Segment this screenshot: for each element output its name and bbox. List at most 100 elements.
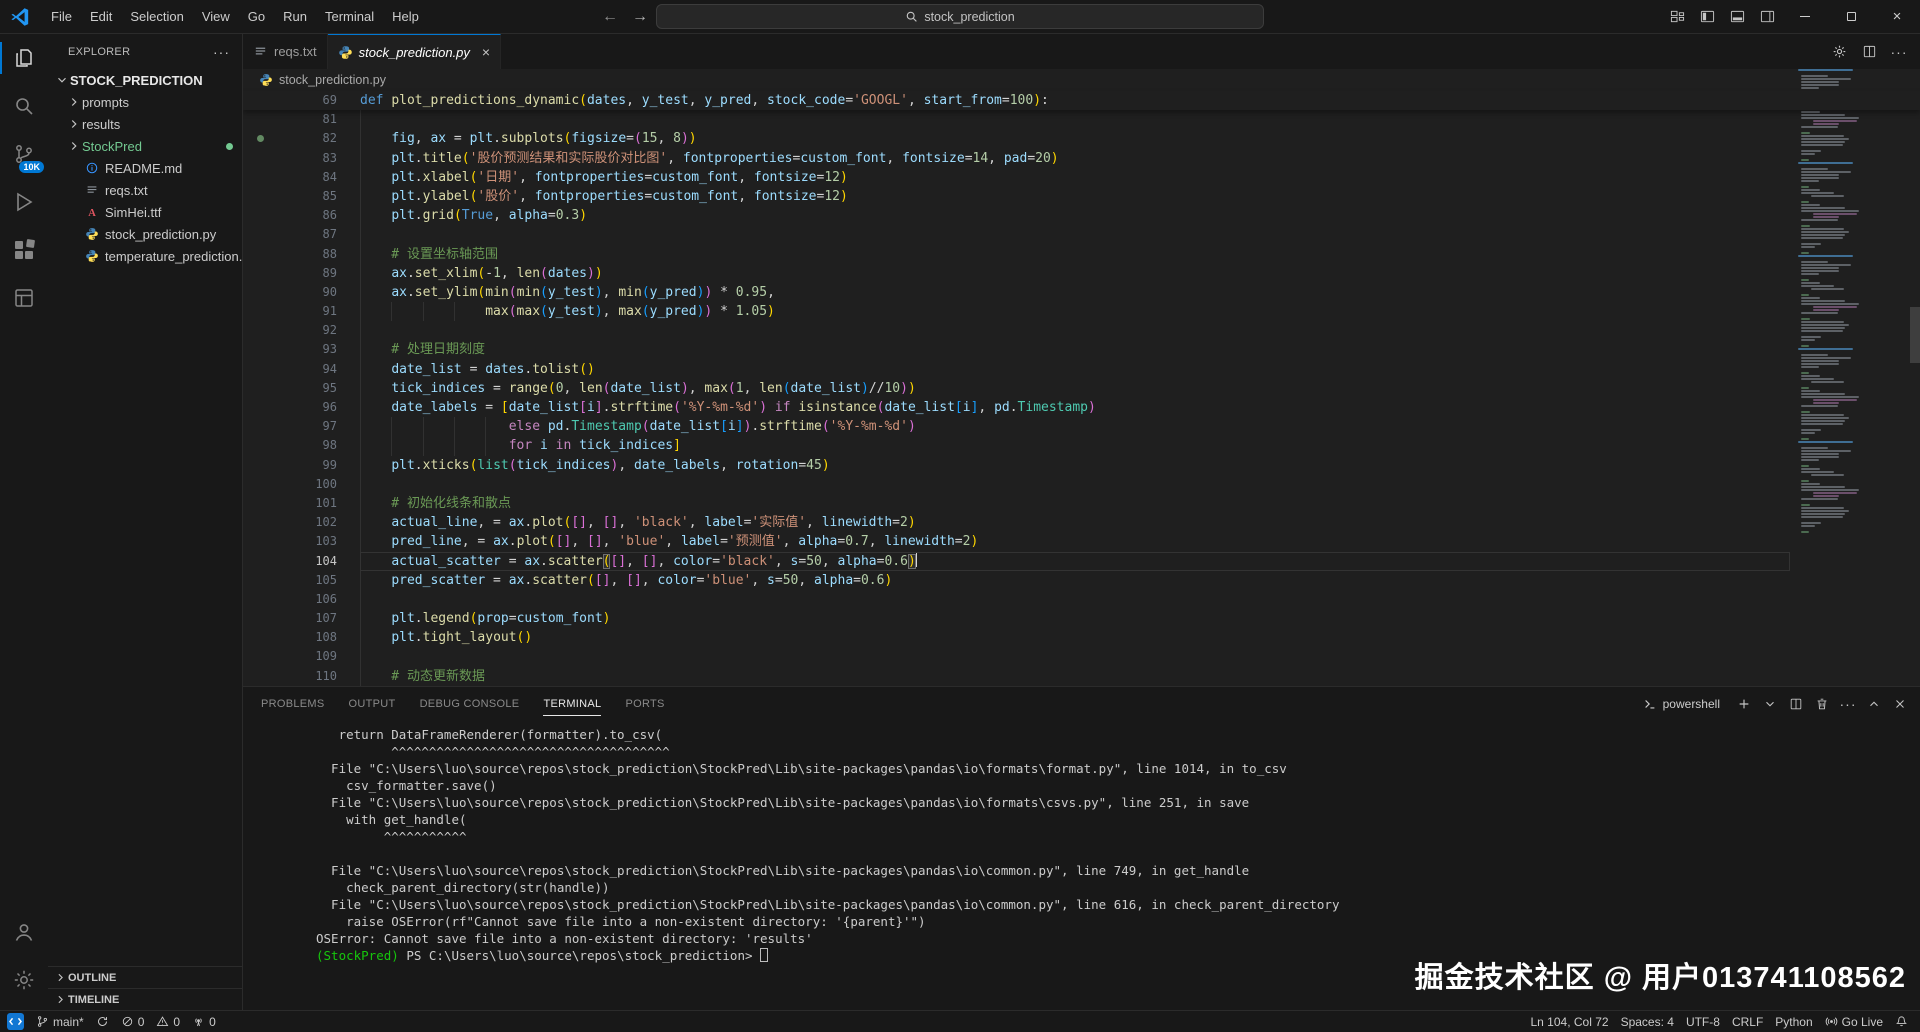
customize-layout-icon[interactable] <box>1662 0 1692 34</box>
code-line-108[interactable]: 108 plt.tight_layout() <box>243 628 1920 647</box>
terminal-shell-chip[interactable]: powershell <box>1643 697 1720 711</box>
code-line-89[interactable]: 89 ax.set_xlim(-1, len(dates)) <box>243 264 1920 283</box>
menu-terminal[interactable]: Terminal <box>316 0 383 34</box>
minimize-button[interactable] <box>1782 0 1828 34</box>
status-bell[interactable] <box>1889 1011 1914 1032</box>
status-0[interactable]: 0 <box>186 1011 222 1032</box>
status-python[interactable]: Python <box>1769 1011 1818 1032</box>
code-line-97[interactable]: 97 else pd.Timestamp(date_list[i]).strft… <box>243 417 1920 436</box>
maximize-button[interactable] <box>1828 0 1874 34</box>
menu-view[interactable]: View <box>193 0 239 34</box>
more-actions-icon[interactable]: ··· <box>1886 39 1912 65</box>
status-main-[interactable]: main* <box>30 1011 90 1032</box>
code-line-84[interactable]: 84 plt.xlabel('日期', fontproperties=custo… <box>243 168 1920 187</box>
panel-tab-ports[interactable]: PORTS <box>625 687 664 721</box>
code-line-103[interactable]: 103 pred_line, = ax.plot([], [], 'blue',… <box>243 532 1920 551</box>
minimap[interactable] <box>1798 69 1908 686</box>
command-center-search[interactable]: stock_prediction <box>656 4 1264 29</box>
code-line-82[interactable]: 82 fig, ax = plt.subplots(figsize=(15, 8… <box>243 129 1920 148</box>
extensions-icon[interactable] <box>0 226 48 274</box>
sticky-line[interactable]: 69def plot_predictions_dynamic(dates, y_… <box>243 91 1920 110</box>
sidebar-folder-prompts[interactable]: prompts <box>48 91 242 113</box>
remote-indicator[interactable] <box>0 1011 30 1032</box>
panel-tab-problems[interactable]: PROBLEMS <box>261 687 325 721</box>
code-line-92[interactable]: 92 <box>243 321 1920 340</box>
code-line-102[interactable]: 102 actual_line, = ax.plot([], [], 'blac… <box>243 513 1920 532</box>
menu-go[interactable]: Go <box>239 0 274 34</box>
tab-stock-prediction-py[interactable]: stock_prediction.py× <box>328 34 501 69</box>
code-line-91[interactable]: 91 max(max(y_test), max(y_pred)) * 1.05) <box>243 302 1920 321</box>
sidebar-file-temperature-prediction-py[interactable]: temperature_prediction.py <box>48 245 242 267</box>
search-icon[interactable] <box>0 82 48 130</box>
code-line-83[interactable]: 83 plt.title('股价预测结果和实际股价对比图', fontprope… <box>243 149 1920 168</box>
sidebar-file-stock-prediction-py[interactable]: stock_prediction.py <box>48 223 242 245</box>
tab-reqs-txt[interactable]: reqs.txt <box>243 34 328 69</box>
panel-tab-output[interactable]: OUTPUT <box>349 687 396 721</box>
sidebar-folder-stockpred[interactable]: StockPred <box>48 135 242 157</box>
code-line-96[interactable]: 96 date_labels = [date_list[i].strftime(… <box>243 398 1920 417</box>
section-timeline[interactable]: TIMELINE <box>48 988 242 1010</box>
forward-arrow-icon[interactable]: → <box>632 8 648 26</box>
code-line-88[interactable]: 88 # 设置坐标轴范围 <box>243 245 1920 264</box>
code-line-87[interactable]: 87 <box>243 225 1920 244</box>
code-line-100[interactable]: 100 <box>243 475 1920 494</box>
section-outline[interactable]: OUTLINE <box>48 966 242 988</box>
code-lines[interactable]: 8182 fig, ax = plt.subplots(figsize=(15,… <box>243 110 1920 686</box>
sidebar-file-reqs-txt[interactable]: reqs.txt <box>48 179 242 201</box>
code-line-81[interactable]: 81 <box>243 110 1920 129</box>
menu-selection[interactable]: Selection <box>121 0 192 34</box>
menu-file[interactable]: File <box>42 0 81 34</box>
status-crlf[interactable]: CRLF <box>1726 1011 1769 1032</box>
close-button[interactable]: × <box>1874 0 1920 34</box>
breadcrumb[interactable]: stock_prediction.py <box>243 69 1920 91</box>
menu-help[interactable]: Help <box>383 0 428 34</box>
status-0[interactable]: 0 <box>150 1011 186 1032</box>
code-line-98[interactable]: 98 for i in tick_indices] <box>243 436 1920 455</box>
back-arrow-icon[interactable]: ← <box>602 8 618 26</box>
status-0[interactable]: 0 <box>115 1011 151 1032</box>
sidebar-root-folder[interactable]: STOCK_PREDICTION <box>48 69 242 91</box>
sidebar-file-readme-md[interactable]: README.md <box>48 157 242 179</box>
menu-edit[interactable]: Edit <box>81 0 121 34</box>
code-line-94[interactable]: 94 date_list = dates.tolist() <box>243 360 1920 379</box>
toggle-sidebar-icon[interactable] <box>1692 0 1722 34</box>
code-line-95[interactable]: 95 tick_indices = range(0, len(date_list… <box>243 379 1920 398</box>
editor-scrollbar[interactable] <box>1910 307 1920 363</box>
explorer-more-actions-icon[interactable]: ··· <box>213 44 230 60</box>
panel-tab-debug-console[interactable]: DEBUG CONSOLE <box>420 687 520 721</box>
box-icon[interactable] <box>0 274 48 322</box>
code-line-107[interactable]: 107 plt.legend(prop=custom_font) <box>243 609 1920 628</box>
sticky-scroll-line[interactable]: 69def plot_predictions_dynamic(dates, y_… <box>243 91 1920 110</box>
status-go-live[interactable]: Go Live <box>1819 1011 1889 1032</box>
status-ln-104-col-72[interactable]: Ln 104, Col 72 <box>1525 1011 1615 1032</box>
run-debug-icon[interactable] <box>0 178 48 226</box>
split-editor-icon[interactable] <box>1856 39 1882 65</box>
code-line-93[interactable]: 93 # 处理日期刻度 <box>243 340 1920 359</box>
toggle-panel-icon[interactable] <box>1722 0 1752 34</box>
panel-tab-terminal[interactable]: TERMINAL <box>543 687 601 721</box>
close-panel-icon[interactable] <box>1888 692 1912 716</box>
status-sync[interactable] <box>90 1011 115 1032</box>
code-line-90[interactable]: 90 ax.set_ylim(min(min(y_test), min(y_pr… <box>243 283 1920 302</box>
split-terminal-icon[interactable] <box>1784 692 1808 716</box>
code-line-105[interactable]: 105 pred_scatter = ax.scatter([], [], co… <box>243 571 1920 590</box>
code-line-85[interactable]: 85 plt.ylabel('股价', fontproperties=custo… <box>243 187 1920 206</box>
chevron-down-icon[interactable] <box>1758 692 1782 716</box>
new-terminal-icon[interactable] <box>1732 692 1756 716</box>
tab-close-icon[interactable]: × <box>482 44 490 60</box>
code-editor[interactable]: stock_prediction.py 69def plot_predictio… <box>243 69 1920 686</box>
code-line-104[interactable]: 104 actual_scatter = ax.scatter([], [], … <box>243 552 1920 571</box>
sidebar-folder-results[interactable]: results <box>48 113 242 135</box>
settings-icon[interactable] <box>0 956 48 1004</box>
account-icon[interactable] <box>0 908 48 956</box>
maximize-panel-icon[interactable] <box>1862 692 1886 716</box>
status-spaces-4[interactable]: Spaces: 4 <box>1615 1011 1680 1032</box>
source-control-icon[interactable]: 10K <box>0 130 48 178</box>
code-line-86[interactable]: 86 plt.grid(True, alpha=0.3) <box>243 206 1920 225</box>
menu-run[interactable]: Run <box>274 0 316 34</box>
panel-more-icon[interactable]: ··· <box>1836 692 1860 716</box>
code-line-109[interactable]: 109 <box>243 647 1920 666</box>
files-icon[interactable] <box>0 34 48 82</box>
code-line-110[interactable]: 110 # 动态更新数据 <box>243 667 1920 686</box>
toggle-secondary-sidebar-icon[interactable] <box>1752 0 1782 34</box>
